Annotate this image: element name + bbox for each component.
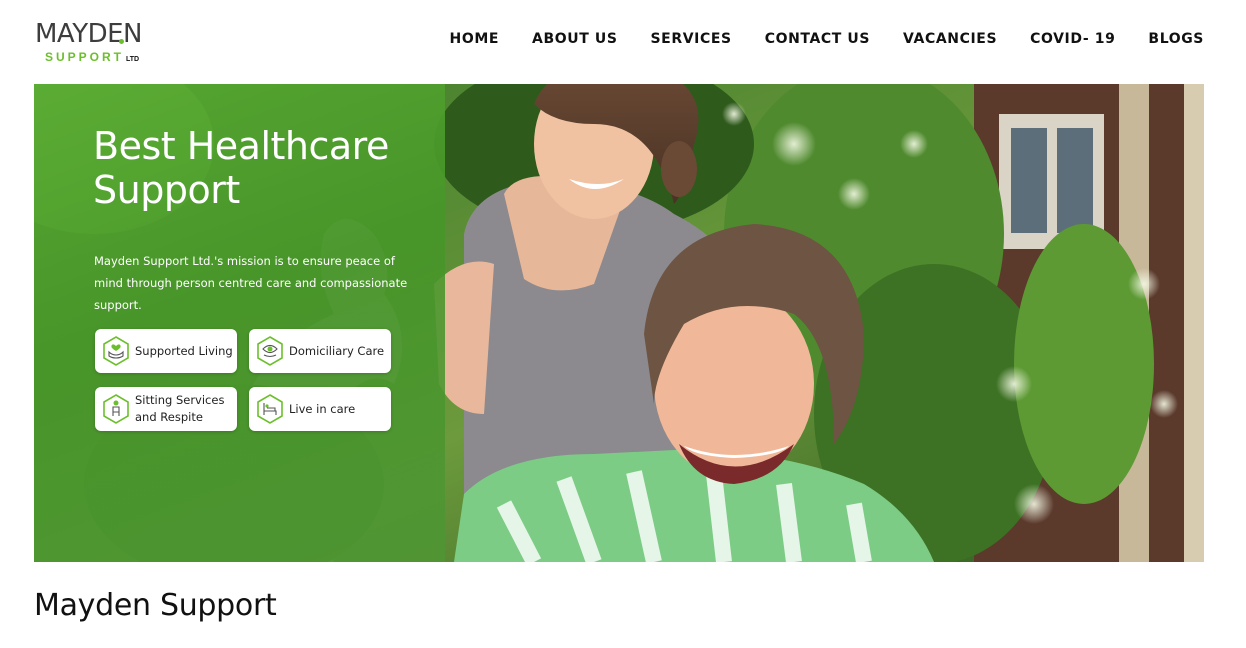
nav-about-us[interactable]: ABOUT US [532,31,617,47]
sitting-services-label: Sitting Services and Respite [135,393,225,424]
main-nav: HOME ABOUT US SERVICES CONTACT US VACANC… [417,31,1204,47]
logo-brand-text: MAYDEN [35,19,142,49]
nav-home[interactable]: HOME [450,31,500,47]
logo-dot-icon [119,39,124,44]
eye-hand-icon [257,336,283,366]
hero-banner: Best Healthcare Support Mayden Support L… [34,84,1204,562]
hands-heart-icon [103,336,129,366]
nav-services[interactable]: SERVICES [651,31,732,47]
logo-ltd-text: LTD [126,56,140,63]
person-seated-icon [103,394,129,424]
site-logo[interactable]: MAYDEN SUPPORT LTD [35,20,160,70]
sitting-services-button[interactable]: Sitting Services and Respite [95,387,237,431]
section-title: Mayden Support [34,588,277,623]
nav-contact-us[interactable]: CONTACT US [765,31,870,47]
domiciliary-care-button[interactable]: Domiciliary Care [249,329,391,373]
logo-support-text: SUPPORT [45,50,125,64]
live-in-care-button[interactable]: Live in care [249,387,391,431]
nav-blogs[interactable]: BLOGS [1148,31,1204,47]
nav-covid-19[interactable]: COVID- 19 [1030,31,1115,47]
bed-care-icon [257,394,283,424]
supported-living-button[interactable]: Supported Living [95,329,237,373]
hero-title: Best Healthcare Support [93,124,389,212]
supported-living-label: Supported Living [135,343,233,358]
domiciliary-care-label: Domiciliary Care [289,343,385,358]
live-in-care-label: Live in care [289,401,356,416]
hero-description: Mayden Support Ltd.'s mission is to ensu… [94,254,408,312]
nav-vacancies[interactable]: VACANCIES [903,31,997,47]
